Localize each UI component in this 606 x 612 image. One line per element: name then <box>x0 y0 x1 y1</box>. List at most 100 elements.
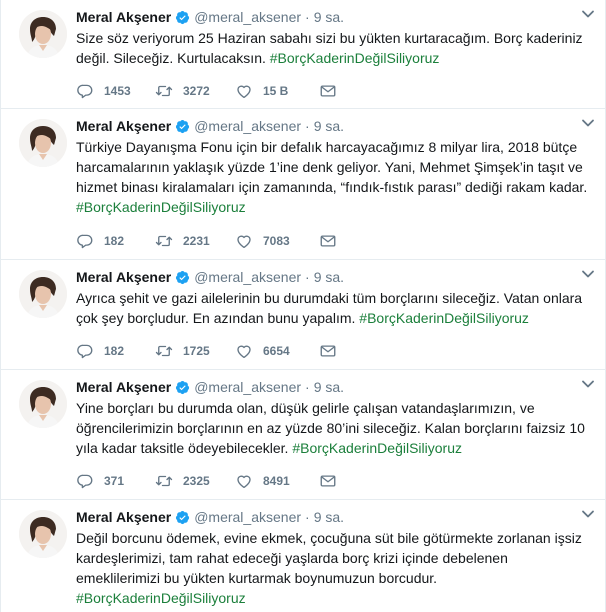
like-count: 6654 <box>263 344 290 358</box>
direct-message-button[interactable] <box>319 472 337 490</box>
retweet-button[interactable]: 1725 <box>155 342 235 360</box>
tweet[interactable]: Meral Akşener @meral_aksener · 9 sa. Değ… <box>1 500 605 612</box>
tweet[interactable]: Meral Akşener @meral_aksener · 9 sa. Yin… <box>1 370 605 500</box>
tweet-time[interactable]: 9 sa. <box>314 377 344 397</box>
tweet-text: Ayrıca şehit ve gazi ailelerinin bu duru… <box>76 288 591 328</box>
chevron-down-icon[interactable] <box>581 118 595 128</box>
hashtag-link[interactable]: #BorçKaderinDeğilSiliyoruz <box>76 590 246 606</box>
separator-dot: · <box>305 509 310 525</box>
reply-icon <box>76 472 94 490</box>
separator-dot: · <box>305 379 310 395</box>
reply-button[interactable]: 182 <box>76 232 155 250</box>
hashtag-link[interactable]: #BorçKaderinDeğilSiliyoruz <box>76 199 246 215</box>
author-handle[interactable]: @meral_aksener <box>194 377 301 397</box>
author-handle[interactable]: @meral_aksener <box>194 507 301 527</box>
tweet-text: Size söz veriyorum 25 Haziran sabahı siz… <box>76 28 591 68</box>
retweet-icon <box>155 82 173 100</box>
retweet-icon <box>155 342 173 360</box>
reply-button[interactable]: 1453 <box>76 82 155 100</box>
like-count: 8491 <box>263 474 290 488</box>
like-count: 7083 <box>263 234 290 248</box>
retweet-count: 2231 <box>183 234 210 248</box>
avatar[interactable] <box>19 119 67 167</box>
heart-icon <box>235 342 253 360</box>
retweet-count: 2325 <box>183 474 210 488</box>
verified-badge-icon <box>175 270 190 285</box>
tweet-text: Türkiye Dayanışma Fonu için bir defalık … <box>76 137 591 217</box>
avatar[interactable] <box>19 10 67 58</box>
like-count: 15 B <box>263 84 289 98</box>
reply-icon <box>76 232 94 250</box>
envelope-icon <box>319 342 337 360</box>
author-handle[interactable]: @meral_aksener <box>194 267 301 287</box>
author-handle[interactable]: @meral_aksener <box>194 7 301 27</box>
reply-count: 182 <box>104 344 125 358</box>
envelope-icon <box>319 472 337 490</box>
hashtag-link[interactable]: #BorçKaderinDeğilSiliyoruz <box>292 440 462 456</box>
tweet-time[interactable]: 9 sa. <box>314 116 344 136</box>
retweet-button[interactable]: 2231 <box>155 232 235 250</box>
reply-count: 1453 <box>104 84 131 98</box>
author-name[interactable]: Meral Akşener <box>76 116 171 136</box>
reply-button[interactable]: 182 <box>76 342 155 360</box>
tweet-actions: 1453 3272 15 B <box>76 81 337 101</box>
direct-message-button[interactable] <box>319 232 337 250</box>
tweet-actions: 182 2231 7083 <box>76 231 337 251</box>
avatar[interactable] <box>19 270 67 318</box>
reply-icon <box>76 342 94 360</box>
retweet-count: 1725 <box>183 344 210 358</box>
tweet-actions: 371 2325 8491 <box>76 471 337 491</box>
direct-message-button[interactable] <box>319 82 337 100</box>
retweet-button[interactable]: 2325 <box>155 472 235 490</box>
avatar[interactable] <box>19 510 67 558</box>
verified-badge-icon <box>175 510 190 525</box>
direct-message-button[interactable] <box>319 342 337 360</box>
tweet-time[interactable]: 9 sa. <box>314 7 344 27</box>
author-handle[interactable]: @meral_aksener <box>194 116 301 136</box>
retweet-count: 3272 <box>183 84 210 98</box>
chevron-down-icon[interactable] <box>581 379 595 389</box>
heart-icon <box>235 82 253 100</box>
reply-icon <box>76 82 94 100</box>
envelope-icon <box>319 232 337 250</box>
reply-count: 182 <box>104 234 125 248</box>
reply-count: 371 <box>104 474 125 488</box>
verified-badge-icon <box>175 10 190 25</box>
tweet-text: Yine borçları bu durumda olan, düşük gel… <box>76 398 591 458</box>
author-name[interactable]: Meral Akşener <box>76 507 171 527</box>
envelope-icon <box>319 82 337 100</box>
tweet[interactable]: Meral Akşener @meral_aksener · 9 sa. Siz… <box>1 0 605 109</box>
tweet[interactable]: Meral Akşener @meral_aksener · 9 sa. Ayr… <box>1 260 605 370</box>
tweet-feed: Meral Akşener @meral_aksener · 9 sa. Siz… <box>0 0 606 612</box>
author-name[interactable]: Meral Akşener <box>76 377 171 397</box>
avatar[interactable] <box>19 380 67 428</box>
tweet-actions: 182 1725 6654 <box>76 341 337 361</box>
separator-dot: · <box>305 269 310 285</box>
verified-badge-icon <box>175 380 190 395</box>
author-name[interactable]: Meral Akşener <box>76 7 171 27</box>
retweet-button[interactable]: 3272 <box>155 82 235 100</box>
tweet-time[interactable]: 9 sa. <box>314 507 344 527</box>
retweet-icon <box>155 472 173 490</box>
like-button[interactable]: 6654 <box>235 342 319 360</box>
separator-dot: · <box>305 118 310 134</box>
tweet-time[interactable]: 9 sa. <box>314 267 344 287</box>
like-button[interactable]: 15 B <box>235 82 319 100</box>
hashtag-link[interactable]: #BorçKaderinDeğilSiliyoruz <box>270 50 440 66</box>
retweet-icon <box>155 232 173 250</box>
chevron-down-icon[interactable] <box>581 269 595 279</box>
verified-badge-icon <box>175 119 190 134</box>
author-name[interactable]: Meral Akşener <box>76 267 171 287</box>
tweet-body: Türkiye Dayanışma Fonu için bir defalık … <box>76 139 588 195</box>
like-button[interactable]: 8491 <box>235 472 319 490</box>
reply-button[interactable]: 371 <box>76 472 155 490</box>
hashtag-link[interactable]: #BorçKaderinDeğilSiliyoruz <box>359 310 529 326</box>
separator-dot: · <box>305 9 310 25</box>
chevron-down-icon[interactable] <box>581 9 595 19</box>
heart-icon <box>235 472 253 490</box>
like-button[interactable]: 7083 <box>235 232 319 250</box>
tweet-body: Değil borcunu ödemek, evine ekmek, çocuğ… <box>76 530 582 586</box>
tweet[interactable]: Meral Akşener @meral_aksener · 9 sa. Tür… <box>1 109 605 260</box>
heart-icon <box>235 232 253 250</box>
chevron-down-icon[interactable] <box>581 509 595 519</box>
